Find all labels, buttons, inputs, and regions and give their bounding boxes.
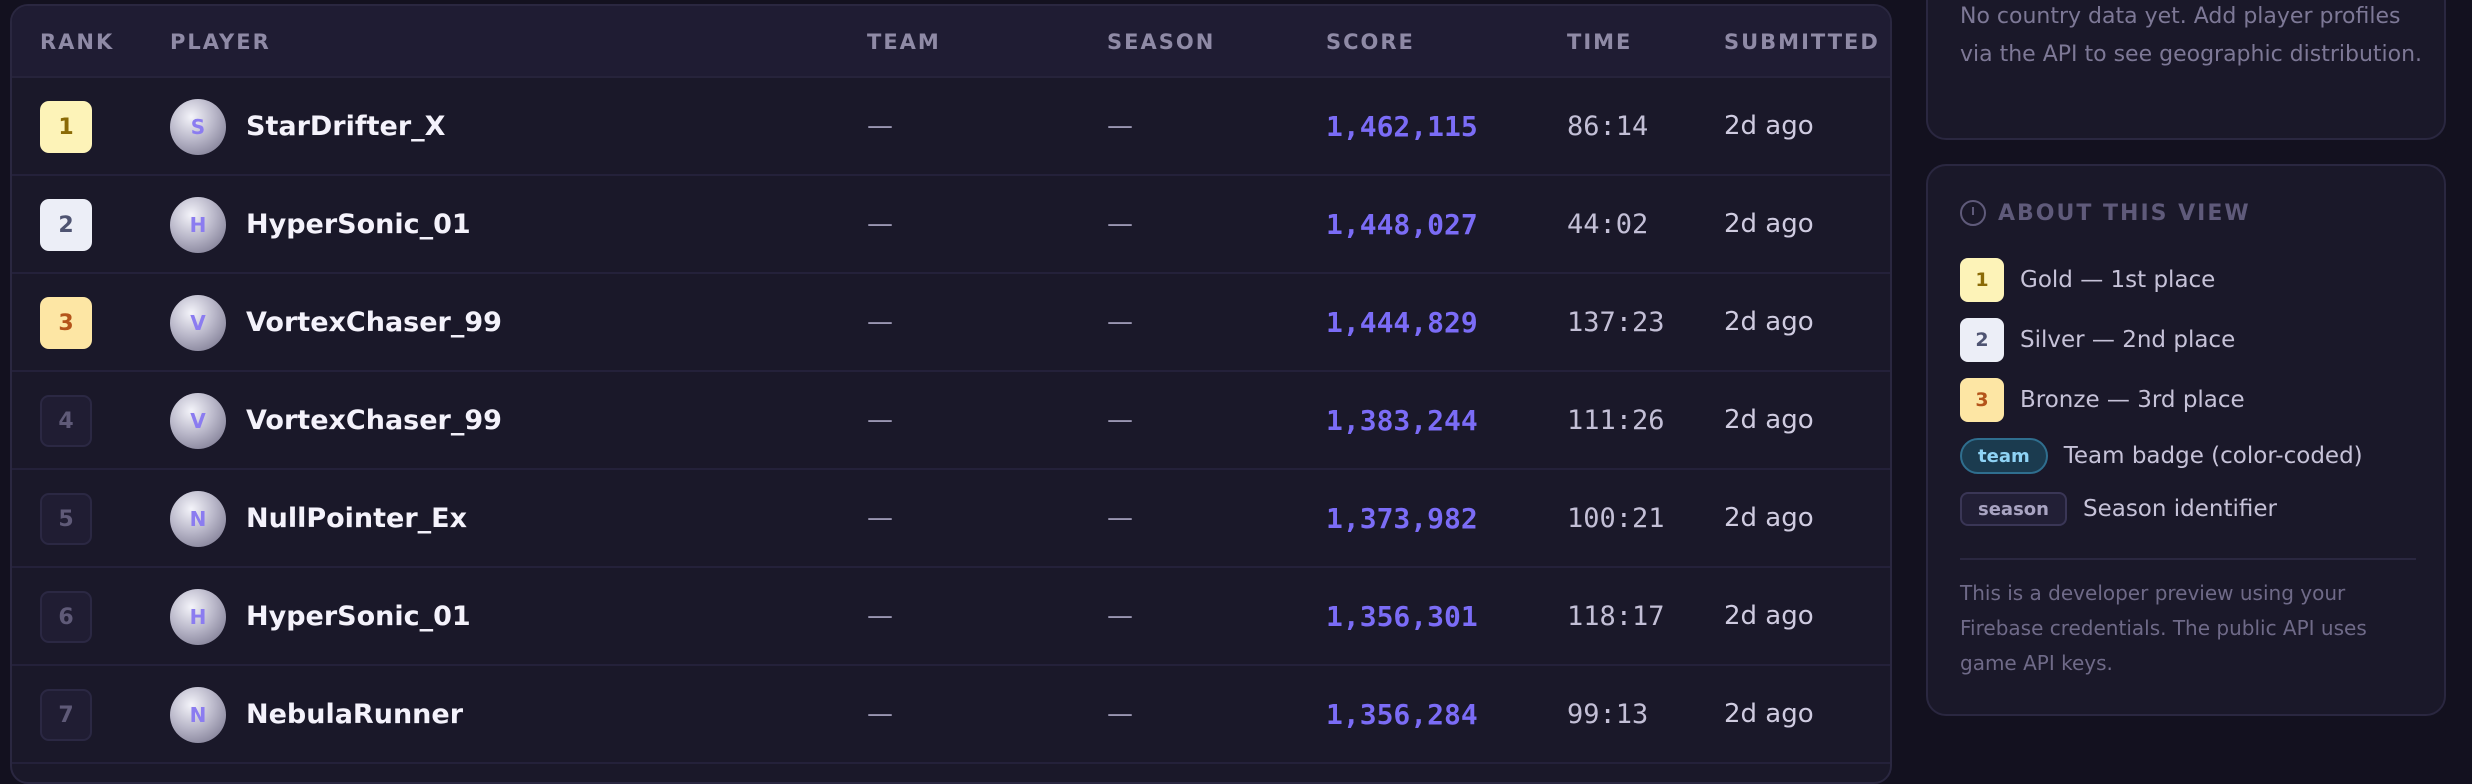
submitted-cell: 2d ago — [1724, 699, 1814, 729]
table-row[interactable]: 2 H HyperSonic_01 — — 1,448,027 44:02 2d… — [12, 176, 1890, 274]
player-name[interactable]: NullPointer_Ex — [246, 503, 467, 534]
clock-icon — [1960, 200, 1986, 226]
score-cell: 1,356,284 — [1326, 698, 1478, 731]
header-submitted[interactable]: SUBMITTED — [1724, 30, 1880, 54]
header-rank[interactable]: RANK — [40, 30, 114, 54]
geo-distribution-card: No country data yet. Add player profiles… — [1926, 0, 2446, 140]
no-country-data-message: No country data yet. Add player profiles… — [1960, 4, 2423, 67]
legend-silver: 2 Silver — 2nd place — [1960, 318, 2235, 362]
team-cell: — — [867, 601, 893, 631]
rank-badge: 6 — [40, 591, 92, 643]
team-cell: — — [867, 699, 893, 729]
legend-bronze: 3 Bronze — 3rd place — [1960, 378, 2245, 422]
team-cell: — — [867, 503, 893, 533]
table-row[interactable]: 6 H HyperSonic_01 — — 1,356,301 118:17 2… — [12, 568, 1890, 666]
player-name[interactable]: HyperSonic_01 — [246, 601, 471, 632]
avatar: N — [170, 687, 226, 743]
season-cell: — — [1107, 209, 1133, 239]
avatar: V — [170, 393, 226, 449]
player-name[interactable]: VortexChaser_99 — [246, 307, 502, 338]
time-cell: 137:23 — [1567, 307, 1665, 338]
leaderboard-table: RANK PLAYER TEAM SEASON SCORE TIME SUBMI… — [10, 4, 1892, 784]
avatar: V — [170, 295, 226, 351]
legend-silver-label: Silver — 2nd place — [2020, 327, 2236, 353]
table-row[interactable]: 7 N NebulaRunner — — 1,356,284 99:13 2d … — [12, 666, 1890, 764]
about-title-text: ABOUT THIS VIEW — [1998, 200, 2251, 226]
avatar: N — [170, 491, 226, 547]
avatar: H — [170, 197, 226, 253]
table-header: RANK PLAYER TEAM SEASON SCORE TIME SUBMI… — [12, 6, 1890, 78]
season-cell: — — [1107, 405, 1133, 435]
submitted-cell: 2d ago — [1724, 601, 1814, 631]
team-cell: — — [867, 111, 893, 141]
team-cell: — — [867, 307, 893, 337]
rank-badge: 4 — [40, 395, 92, 447]
team-cell: — — [867, 405, 893, 435]
season-cell: — — [1107, 601, 1133, 631]
table-row[interactable]: 4 V VortexChaser_99 — — 1,383,244 111:26… — [12, 372, 1890, 470]
time-cell: 100:21 — [1567, 503, 1665, 534]
table-row[interactable]: 1 S StarDrifter_X — — 1,462,115 86:14 2d… — [12, 78, 1890, 176]
bronze-badge: 3 — [1960, 378, 2004, 422]
score-cell: 1,462,115 — [1326, 110, 1478, 143]
table-row[interactable]: 3 V VortexChaser_99 — — 1,444,829 137:23… — [12, 274, 1890, 372]
avatar: H — [170, 589, 226, 645]
table-row[interactable]: 5 N NullPointer_Ex — — 1,373,982 100:21 … — [12, 470, 1890, 568]
gold-badge: 1 — [1960, 258, 2004, 302]
rank-badge-silver: 2 — [40, 199, 92, 251]
legend-team-label: Team badge (color-coded) — [2063, 443, 2363, 469]
time-cell: 99:13 — [1567, 699, 1649, 730]
legend-bronze-label: Bronze — 3rd place — [2020, 387, 2245, 413]
time-cell: 86:14 — [1567, 111, 1649, 142]
time-cell: 118:17 — [1567, 601, 1665, 632]
header-score[interactable]: SCORE — [1326, 30, 1415, 54]
player-name[interactable]: HyperSonic_01 — [246, 209, 471, 240]
time-cell: 111:26 — [1567, 405, 1665, 436]
season-pill: season — [1960, 492, 2067, 526]
player-name[interactable]: VortexChaser_99 — [246, 405, 502, 436]
silver-badge: 2 — [1960, 318, 2004, 362]
avatar: S — [170, 99, 226, 155]
time-cell: 44:02 — [1567, 209, 1649, 240]
season-cell: — — [1107, 503, 1133, 533]
about-this-view-card: ABOUT THIS VIEW 1 Gold — 1st place 2 Sil… — [1926, 164, 2446, 716]
team-cell: — — [867, 209, 893, 239]
submitted-cell: 2d ago — [1724, 405, 1814, 435]
header-team[interactable]: TEAM — [867, 30, 941, 54]
season-cell: — — [1107, 111, 1133, 141]
rank-badge: 5 — [40, 493, 92, 545]
rank-badge: 7 — [40, 689, 92, 741]
legend-gold-label: Gold — 1st place — [2020, 267, 2216, 293]
divider — [1960, 558, 2416, 560]
header-season[interactable]: SEASON — [1107, 30, 1215, 54]
score-cell: 1,373,982 — [1326, 502, 1478, 535]
header-time[interactable]: TIME — [1567, 30, 1632, 54]
rank-badge-gold: 1 — [40, 101, 92, 153]
legend-gold: 1 Gold — 1st place — [1960, 258, 2215, 302]
season-cell: — — [1107, 699, 1133, 729]
score-cell: 1,444,829 — [1326, 306, 1478, 339]
rank-badge-bronze: 3 — [40, 297, 92, 349]
submitted-cell: 2d ago — [1724, 503, 1814, 533]
score-cell: 1,448,027 — [1326, 208, 1478, 241]
score-cell: 1,383,244 — [1326, 404, 1478, 437]
submitted-cell: 2d ago — [1724, 307, 1814, 337]
season-cell: — — [1107, 307, 1133, 337]
team-pill: team — [1960, 438, 2048, 474]
submitted-cell: 2d ago — [1724, 209, 1814, 239]
legend-season-label: Season identifier — [2082, 496, 2277, 522]
developer-preview-note: This is a developer preview using your F… — [1960, 581, 2367, 675]
score-cell: 1,356,301 — [1326, 600, 1478, 633]
about-title: ABOUT THIS VIEW — [1960, 200, 2251, 226]
submitted-cell: 2d ago — [1724, 111, 1814, 141]
player-name[interactable]: NebulaRunner — [246, 699, 463, 730]
header-player[interactable]: PLAYER — [170, 30, 271, 54]
legend-season: season Season identifier — [1960, 492, 2277, 526]
legend-team: team Team badge (color-coded) — [1960, 438, 2363, 474]
player-name[interactable]: StarDrifter_X — [246, 111, 445, 142]
